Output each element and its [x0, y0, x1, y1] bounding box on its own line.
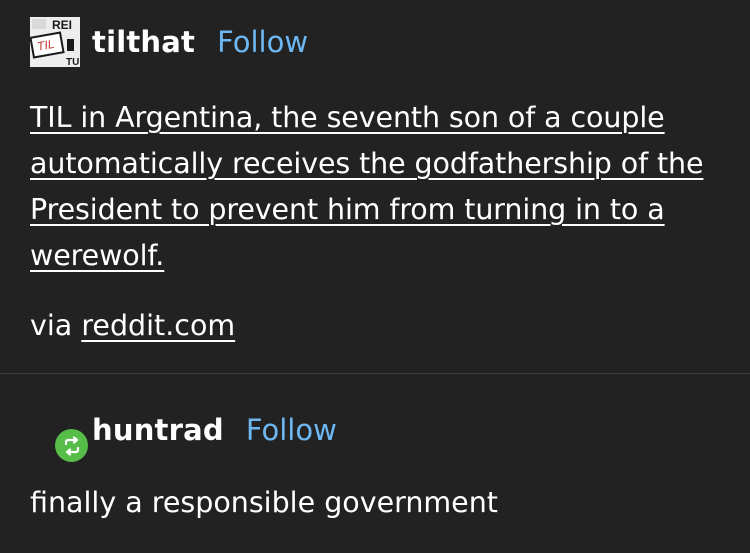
via-label: via	[30, 309, 73, 342]
reblog-comment: finally a responsible government	[30, 486, 498, 519]
reblog-icon	[55, 429, 88, 462]
post-username[interactable]: tilthat	[92, 25, 195, 59]
post-link-line[interactable]: werewolf.	[30, 233, 730, 279]
avatar-til-text: TIL	[36, 37, 56, 54]
divider	[0, 373, 750, 374]
follow-button[interactable]: Follow	[217, 25, 308, 59]
avatar-top-text: REI	[52, 18, 72, 32]
reblog-header: huntrad Follow	[30, 404, 530, 462]
source-attribution: via reddit.com	[30, 303, 235, 349]
reblog-username[interactable]: huntrad	[92, 413, 224, 447]
source-link[interactable]: reddit.com	[81, 309, 235, 342]
avatar-bottom-text: TU	[66, 57, 79, 67]
original-post: TIL REI TU tilthat Follow TIL in Argenti…	[0, 0, 750, 373]
tilthat-avatar[interactable]: TIL REI TU	[30, 17, 80, 67]
post-link-line[interactable]: TIL in Argentina, the seventh son of a c…	[30, 95, 730, 141]
post-link-line[interactable]: automatically receives the godfathership…	[30, 141, 730, 187]
reblog-follow-button[interactable]: Follow	[246, 413, 337, 447]
post-link-line[interactable]: President to prevent him from turning in…	[30, 187, 730, 233]
post-header: TIL REI TU tilthat Follow	[30, 16, 308, 68]
post-body: TIL in Argentina, the seventh son of a c…	[30, 95, 730, 279]
reblog-avatar[interactable]	[30, 405, 88, 462]
